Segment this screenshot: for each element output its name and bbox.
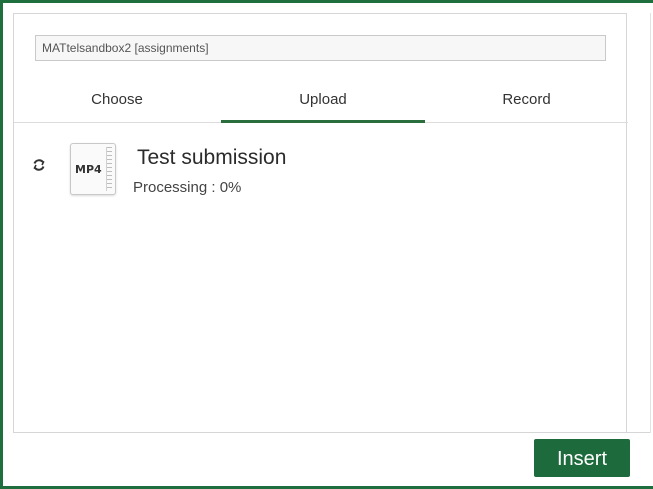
scrollbar[interactable] [627, 13, 651, 433]
mp4-file-icon: MP4 [70, 143, 116, 195]
dialog-footer: Insert [13, 432, 650, 477]
upload-item: MP4 Test submission Processing : 0% [14, 136, 628, 206]
file-type-label: MP4 [75, 163, 102, 176]
insert-button[interactable]: Insert [534, 439, 630, 477]
tab-upload[interactable]: Upload [221, 82, 425, 123]
refresh-icon[interactable] [32, 158, 46, 172]
tab-choose[interactable]: Choose [14, 82, 220, 122]
media-panel: MATtelsandbox2 [assignments] Choose Uplo… [13, 13, 628, 462]
processing-status: Processing : 0% [133, 179, 242, 196]
tab-bar: Choose Upload Record [14, 82, 628, 123]
tab-record[interactable]: Record [425, 82, 628, 122]
source-field[interactable]: MATtelsandbox2 [assignments] [35, 35, 606, 61]
film-strip-icon [106, 147, 112, 191]
file-title: Test submission [137, 146, 287, 169]
